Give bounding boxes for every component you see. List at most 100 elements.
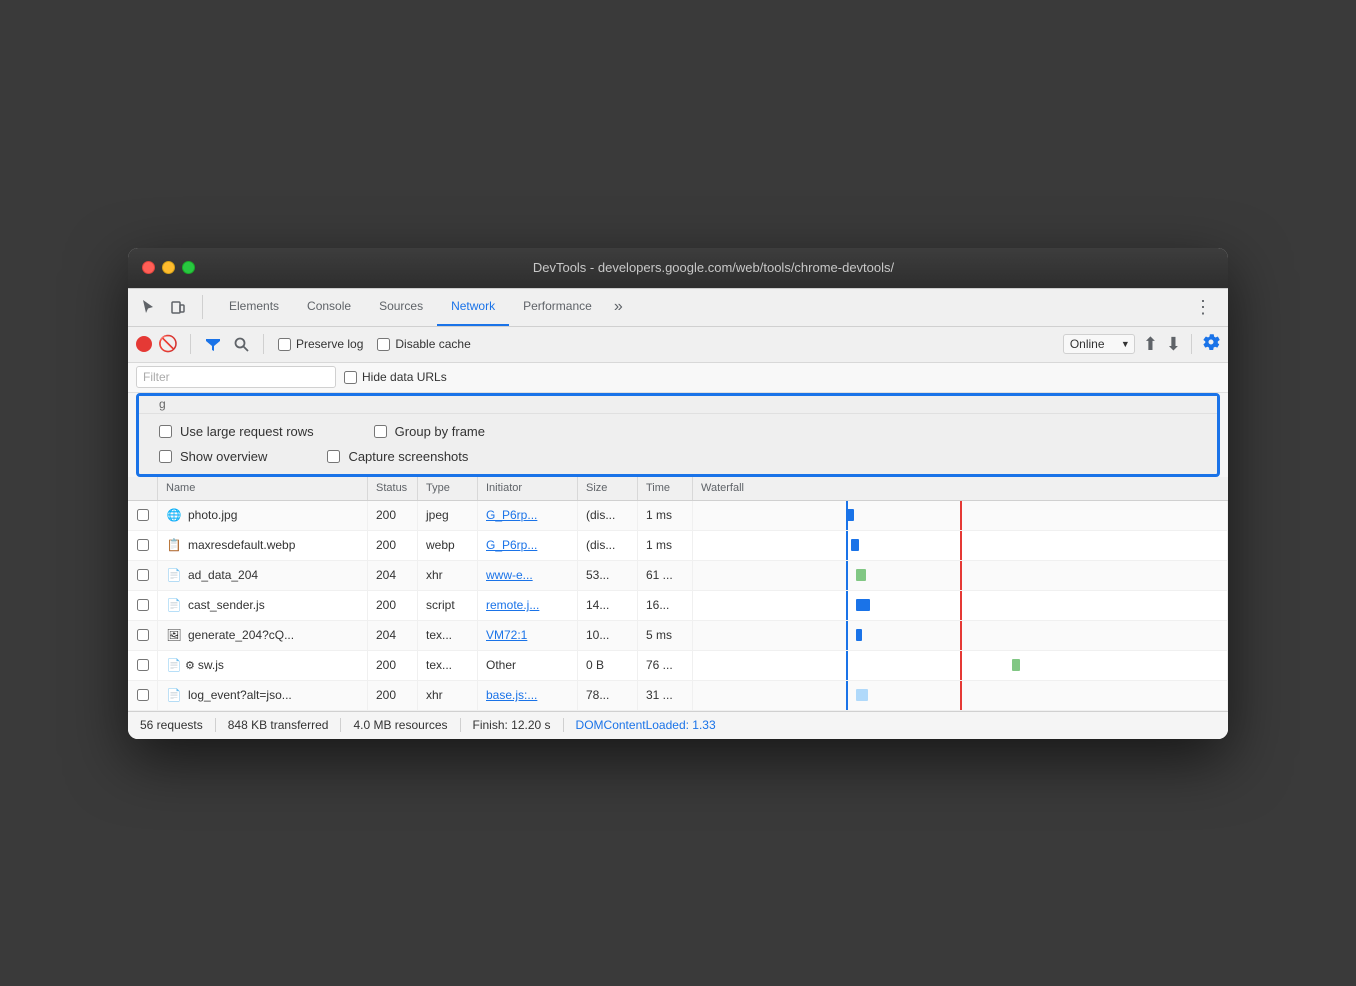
- large-request-rows-setting[interactable]: Use large request rows: [159, 424, 314, 439]
- preserve-log-checkbox[interactable]: Preserve log: [278, 337, 363, 351]
- more-options-button[interactable]: ⋮: [1186, 293, 1220, 322]
- row-checkbox[interactable]: [128, 531, 158, 560]
- document-icon: 📋: [166, 537, 182, 553]
- network-toolbar: 🚫 Preserve log: [128, 327, 1228, 363]
- row-name[interactable]: 📋 maxresdefault.webp: [158, 531, 368, 560]
- table-row[interactable]: 📄 log_event?alt=jso... 200 xhr base.js:.…: [128, 681, 1228, 711]
- table-row[interactable]: 📋 maxresdefault.webp 200 webp G_P6rp... …: [128, 531, 1228, 561]
- group-by-frame-setting[interactable]: Group by frame: [374, 424, 485, 439]
- row-type: xhr: [418, 561, 478, 590]
- filter-input[interactable]: [136, 366, 336, 388]
- tabbar-end: ⋮: [1186, 293, 1220, 322]
- row-initiator: G_P6rp...: [478, 501, 578, 530]
- minimize-button[interactable]: [162, 261, 175, 274]
- row-status: 200: [368, 651, 418, 680]
- row-time: 31 ...: [638, 681, 693, 710]
- settings-panel: g Use large request rows Group by frame …: [136, 393, 1220, 477]
- table-row[interactable]: 📄 cast_sender.js 200 script remote.j... …: [128, 591, 1228, 621]
- row-waterfall: [693, 591, 1228, 620]
- row-type: tex...: [418, 621, 478, 650]
- show-overview-setting[interactable]: Show overview: [159, 449, 267, 464]
- document-icon: 📄: [166, 657, 182, 673]
- group-by-frame-checkbox[interactable]: [374, 425, 387, 438]
- row-name[interactable]: 📄 cast_sender.js: [158, 591, 368, 620]
- row-type: webp: [418, 531, 478, 560]
- row-size: 0 B: [578, 651, 638, 680]
- row-time: 5 ms: [638, 621, 693, 650]
- table-row[interactable]: 🌐 photo.jpg 200 jpeg G_P6rp... (dis... 1…: [128, 501, 1228, 531]
- disable-cache-checkbox[interactable]: Disable cache: [377, 337, 470, 351]
- row-waterfall: [693, 501, 1228, 530]
- table-row[interactable]: 📄 ⚙ sw.js 200 tex... Other 0 B 76 ...: [128, 651, 1228, 681]
- row-type: xhr: [418, 681, 478, 710]
- document-icon: 📄: [166, 567, 182, 583]
- maximize-button[interactable]: [182, 261, 195, 274]
- tab-more-button[interactable]: »: [606, 298, 631, 316]
- clear-button[interactable]: 🚫: [156, 332, 180, 356]
- row-checkbox[interactable]: [128, 591, 158, 620]
- row-size: 10...: [578, 621, 638, 650]
- row-checkbox[interactable]: [128, 651, 158, 680]
- row-name[interactable]: 📄 ad_data_204: [158, 561, 368, 590]
- settings-button[interactable]: [1202, 333, 1220, 356]
- record-button[interactable]: [136, 336, 152, 352]
- row-checkbox[interactable]: [128, 561, 158, 590]
- row-time: 76 ...: [638, 651, 693, 680]
- document-icon: 📄: [166, 687, 182, 703]
- service-worker-icon: ⚙: [185, 659, 195, 672]
- import-button[interactable]: ⬆: [1143, 334, 1158, 355]
- search-button[interactable]: [229, 332, 253, 356]
- settings-row-1: Use large request rows Group by frame: [159, 424, 1197, 439]
- tab-sources[interactable]: Sources: [365, 288, 437, 326]
- row-status: 200: [368, 681, 418, 710]
- th-size[interactable]: Size: [578, 477, 638, 500]
- table-row[interactable]: 🖼 generate_204?cQ... 204 tex... VM72:1 1…: [128, 621, 1228, 651]
- th-type[interactable]: Type: [418, 477, 478, 500]
- row-name[interactable]: 📄 ⚙ sw.js: [158, 651, 368, 680]
- row-initiator: VM72:1: [478, 621, 578, 650]
- th-status[interactable]: Status: [368, 477, 418, 500]
- row-checkbox[interactable]: [128, 681, 158, 710]
- row-status: 200: [368, 591, 418, 620]
- hide-data-urls-checkbox[interactable]: Hide data URLs: [344, 370, 447, 384]
- tab-console[interactable]: Console: [293, 288, 365, 326]
- table-row[interactable]: 📄 ad_data_204 204 xhr www-e... 53... 61 …: [128, 561, 1228, 591]
- row-status: 204: [368, 621, 418, 650]
- row-name[interactable]: 📄 log_event?alt=jso...: [158, 681, 368, 710]
- filter-icon[interactable]: [201, 332, 225, 356]
- tab-elements[interactable]: Elements: [215, 288, 293, 326]
- throttling-select[interactable]: Online Fast 3G Slow 3G Offline: [1063, 334, 1135, 354]
- export-button[interactable]: ⬇: [1166, 334, 1181, 355]
- large-request-rows-checkbox[interactable]: [159, 425, 172, 438]
- row-name[interactable]: 🌐 photo.jpg: [158, 501, 368, 530]
- requests-count: 56 requests: [140, 718, 216, 732]
- devtools-panel: Elements Console Sources Network Perform…: [128, 288, 1228, 739]
- close-button[interactable]: [142, 261, 155, 274]
- tab-bar: Elements Console Sources Network Perform…: [128, 289, 1228, 327]
- row-time: 1 ms: [638, 501, 693, 530]
- row-size: 14...: [578, 591, 638, 620]
- separator-2: [263, 334, 264, 354]
- capture-screenshots-setting[interactable]: Capture screenshots: [327, 449, 468, 464]
- tab-performance[interactable]: Performance: [509, 288, 606, 326]
- row-checkbox[interactable]: [128, 621, 158, 650]
- row-waterfall: [693, 651, 1228, 680]
- th-name[interactable]: Name: [158, 477, 368, 500]
- document-icon: 📄: [166, 597, 182, 613]
- th-initiator[interactable]: Initiator: [478, 477, 578, 500]
- th-time[interactable]: Time: [638, 477, 693, 500]
- image-icon: 🖼: [166, 627, 182, 643]
- row-name[interactable]: 🖼 generate_204?cQ...: [158, 621, 368, 650]
- device-toolbar-icon[interactable]: [166, 295, 190, 319]
- dom-content-loaded: DOMContentLoaded: 1.33: [564, 718, 728, 732]
- status-bar: 56 requests 848 KB transferred 4.0 MB re…: [128, 711, 1228, 739]
- row-waterfall: [693, 531, 1228, 560]
- tab-network[interactable]: Network: [437, 288, 509, 326]
- row-checkbox[interactable]: [128, 501, 158, 530]
- th-waterfall[interactable]: Waterfall: [693, 477, 1228, 500]
- traffic-lights: [142, 261, 195, 274]
- show-overview-checkbox[interactable]: [159, 450, 172, 463]
- network-table: 🌐 photo.jpg 200 jpeg G_P6rp... (dis... 1…: [128, 501, 1228, 711]
- capture-screenshots-checkbox[interactable]: [327, 450, 340, 463]
- cursor-icon[interactable]: [136, 295, 160, 319]
